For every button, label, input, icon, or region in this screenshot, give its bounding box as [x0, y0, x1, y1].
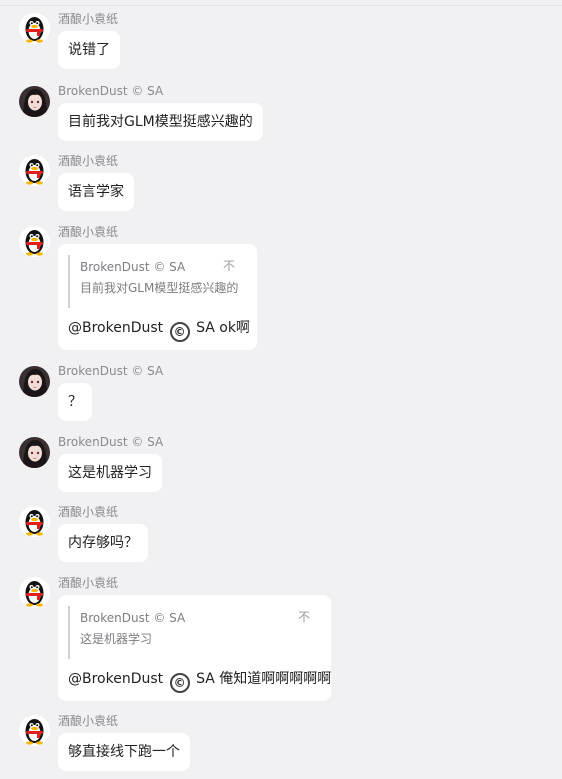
penguin-avatar-icon[interactable]: [19, 226, 50, 257]
quoted-text: 这是机器学习: [80, 632, 153, 646]
anime-girl-avatar-icon[interactable]: [19, 86, 50, 117]
sender-name: 酒酿小袁纸: [58, 714, 119, 728]
quoted-message[interactable]: BrokenDust © SA 这是机器学习: [68, 606, 320, 659]
message-bubble[interactable]: 够直接线下跑一个: [58, 733, 190, 771]
message-bubble[interactable]: 内存够吗？: [58, 524, 148, 562]
message-bubble[interactable]: 说错了: [58, 31, 120, 69]
reply-text: @BrokenDust © SA 俺知道啊啊啊啊啊: [68, 669, 331, 693]
sender-name: 酒酿小袁纸: [58, 505, 119, 519]
copyright-icon: ©: [169, 322, 190, 342]
pin-icon[interactable]: 不: [298, 610, 310, 624]
reply-message: ok啊: [219, 320, 250, 336]
sender-name: 酒酿小袁纸: [58, 154, 119, 168]
message-bubble[interactable]: 语言学家: [58, 173, 134, 211]
sender-name: BrokenDust © SA: [58, 84, 164, 98]
mention-name[interactable]: @BrokenDust: [68, 671, 163, 687]
quote-reply-bubble[interactable]: BrokenDust © SA 目前我对GLM模型挺感兴趣的 不 @Broken…: [58, 244, 257, 350]
message-bubble[interactable]: 目前我对GLM模型挺感兴趣的: [58, 103, 263, 141]
penguin-avatar-icon[interactable]: [19, 715, 50, 746]
top-divider: [0, 5, 562, 6]
reply-message: 俺知道啊啊啊啊啊: [219, 671, 332, 687]
pin-icon[interactable]: 不: [223, 259, 235, 273]
reply-text: @BrokenDust © SA ok啊: [68, 318, 250, 342]
mention-suffix: SA: [196, 671, 215, 687]
message-bubble[interactable]: 这是机器学习: [58, 454, 162, 492]
message-bubble[interactable]: ？: [58, 383, 92, 421]
penguin-avatar-icon[interactable]: [19, 506, 50, 537]
sender-name: BrokenDust © SA: [58, 435, 164, 449]
quoted-sender-name: BrokenDust © SA: [80, 260, 186, 274]
penguin-avatar-icon[interactable]: [19, 577, 50, 608]
quoted-message[interactable]: BrokenDust © SA 目前我对GLM模型挺感兴趣的: [68, 255, 248, 308]
penguin-avatar-icon[interactable]: [19, 155, 50, 186]
sender-name: 酒酿小袁纸: [58, 12, 119, 26]
penguin-avatar-icon[interactable]: [19, 13, 50, 44]
sender-name: BrokenDust © SA: [58, 364, 164, 378]
copyright-icon: ©: [169, 673, 190, 693]
sender-name: 酒酿小袁纸: [58, 225, 119, 239]
mention-suffix: SA: [196, 320, 215, 336]
anime-girl-avatar-icon[interactable]: [19, 437, 50, 468]
mention-name[interactable]: @BrokenDust: [68, 320, 163, 336]
sender-name: 酒酿小袁纸: [58, 576, 119, 590]
quoted-sender-name: BrokenDust © SA: [80, 611, 186, 625]
quote-reply-bubble[interactable]: BrokenDust © SA 这是机器学习 不 @BrokenDust © S…: [58, 595, 331, 701]
quoted-text: 目前我对GLM模型挺感兴趣的: [80, 281, 239, 295]
anime-girl-avatar-icon[interactable]: [19, 366, 50, 397]
